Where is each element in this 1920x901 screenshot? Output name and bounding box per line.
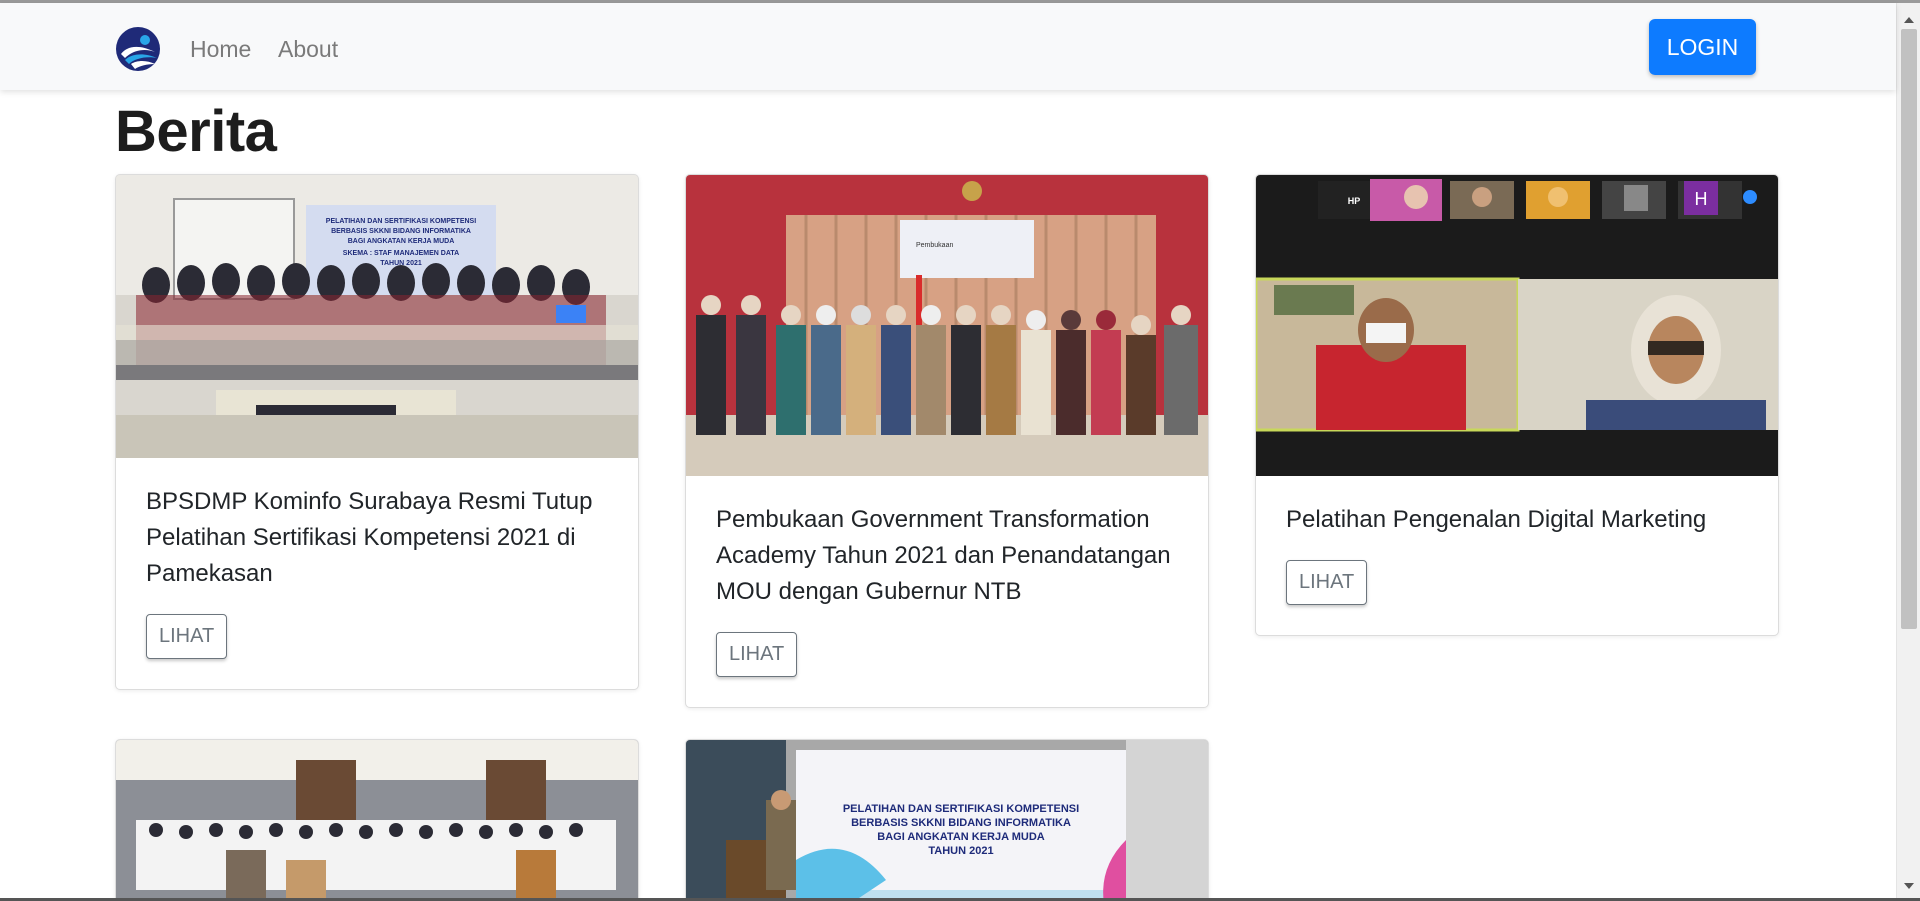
- news-title: Pembukaan Government Transformation Acad…: [716, 506, 1171, 605]
- nav-home-link[interactable]: Home: [190, 36, 251, 63]
- lihat-button[interactable]: LIHAT: [716, 632, 798, 677]
- news-card: Pembukaan Pembukaan Government Transform…: [685, 174, 1209, 708]
- zoom-tile-label: HP: [1348, 196, 1361, 206]
- banner-line: BERBASIS SKKNI BIDANG INFORMATIKA: [331, 228, 471, 235]
- news-image[interactable]: PELATIHAN DAN SERTIFIKASI KOMPETENSI BER…: [116, 175, 638, 458]
- banner-line: BERBASIS SKKNI BIDANG INFORMATIKA: [851, 817, 1071, 829]
- zoom-tile-label: H: [1695, 189, 1708, 209]
- kominfo-logo-icon[interactable]: [115, 26, 161, 72]
- news-image[interactable]: HP H: [1256, 175, 1778, 476]
- scrollbar-thumb[interactable]: [1901, 29, 1917, 629]
- news-title: BPSDMP Kominfo Surabaya Resmi Tutup Pela…: [146, 488, 593, 587]
- banner-line: SKEMA : STAF MANAJEMEN DATA: [343, 250, 459, 257]
- news-card: HP H Pelatihan Pengenalan Digital Market…: [1255, 174, 1779, 636]
- lihat-button[interactable]: LIHAT: [146, 614, 228, 659]
- banner-line: PELATIHAN DAN SERTIFIKASI KOMPETENSI: [843, 803, 1079, 815]
- news-title: Pelatihan Pengenalan Digital Marketing: [1286, 506, 1707, 533]
- news-image[interactable]: PELATIHAN DAN SERTIFIKASI KOMPETENSI BER…: [686, 740, 1208, 901]
- news-image[interactable]: [116, 740, 638, 901]
- banner-line: BAGI ANGKATAN KERJA MUDA: [877, 831, 1044, 843]
- news-card: [115, 739, 639, 901]
- banner-line: TAHUN 2021: [928, 845, 993, 857]
- card-body: Pembukaan Government Transformation Acad…: [686, 476, 1208, 707]
- page-title: Berita: [115, 99, 277, 164]
- banner-line: Pembukaan: [916, 242, 953, 249]
- card-body: BPSDMP Kominfo Surabaya Resmi Tutup Pela…: [116, 458, 638, 689]
- lihat-button[interactable]: LIHAT: [1286, 560, 1368, 605]
- card-body: Pelatihan Pengenalan Digital Marketing L…: [1256, 476, 1778, 635]
- login-button[interactable]: LOGIN: [1649, 19, 1756, 75]
- news-card: PELATIHAN DAN SERTIFIKASI KOMPETENSI BER…: [115, 174, 639, 690]
- banner-line: PELATIHAN DAN SERTIFIKASI KOMPETENSI: [326, 218, 476, 225]
- vertical-scrollbar[interactable]: [1896, 3, 1920, 901]
- top-navbar: Home About LOGIN: [0, 3, 1896, 90]
- scroll-up-arrow-icon[interactable]: [1904, 17, 1914, 23]
- news-image[interactable]: Pembukaan: [686, 175, 1208, 476]
- scroll-down-arrow-icon[interactable]: [1904, 883, 1914, 889]
- banner-line: BAGI ANGKATAN KERJA MUDA: [348, 238, 455, 245]
- nav-about-link[interactable]: About: [278, 36, 338, 63]
- news-card: PELATIHAN DAN SERTIFIKASI KOMPETENSI BER…: [685, 739, 1209, 901]
